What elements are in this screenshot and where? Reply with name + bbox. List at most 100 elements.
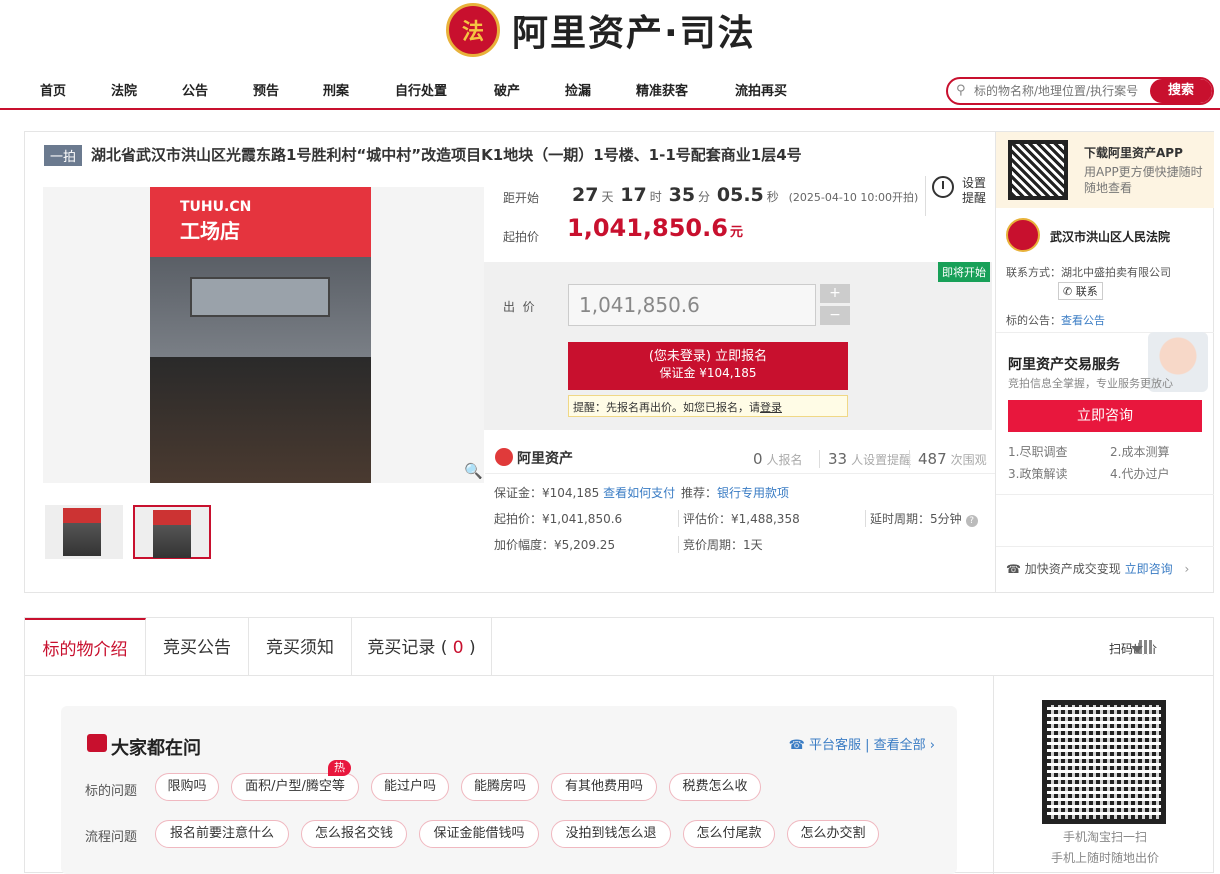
tab-announcement[interactable]: 竞买公告 bbox=[146, 618, 249, 676]
delay-detail: 延时周期：5分钟? bbox=[865, 510, 978, 527]
signup-count-value: 0 bbox=[753, 450, 763, 468]
search-input[interactable] bbox=[974, 81, 1146, 101]
bank-fund-link[interactable]: 银行专用款项 bbox=[717, 486, 789, 500]
nav-notice[interactable]: 公告 bbox=[182, 80, 208, 99]
signup-line1: (您未登录) 立即报名 bbox=[648, 349, 768, 364]
faq-chip[interactable]: 税费怎么收 bbox=[669, 773, 761, 801]
thumbnail-image bbox=[63, 508, 101, 556]
tab-records[interactable]: 竞买记录 ( 0 ) bbox=[352, 618, 492, 676]
faq-chip[interactable]: 保证金能借钱吗 bbox=[419, 820, 539, 848]
faq-chip[interactable]: 怎么办交割 bbox=[787, 820, 879, 848]
chevron-down-icon[interactable] bbox=[1131, 646, 1143, 653]
service-item[interactable]: 4.代办过户 bbox=[1110, 465, 1169, 482]
qr-panel: 手机淘宝扫一扫 手机上随时随地出价 bbox=[993, 676, 1215, 874]
faq-chip[interactable]: 没拍到钱怎么退 bbox=[551, 820, 671, 848]
recommend-info: 推荐：银行专用款项 bbox=[681, 484, 789, 501]
item-photo[interactable]: TUHU.CN 工场店 bbox=[43, 187, 484, 483]
deposit-info: 保证金：¥104,185 查看如何支付 bbox=[494, 484, 675, 501]
unit-seconds: 秒 bbox=[766, 190, 779, 204]
faq-chip[interactable]: 怎么付尾款 bbox=[683, 820, 775, 848]
view-count-label: 次围观 bbox=[950, 453, 987, 467]
faq-links: ☎ 平台客服 | 查看全部 › bbox=[788, 738, 935, 753]
view-all-link[interactable]: 查看全部 bbox=[874, 738, 926, 753]
login-link[interactable]: 登录 bbox=[760, 401, 782, 414]
court-name[interactable]: 武汉市洪山区人民法院 bbox=[1050, 228, 1170, 245]
start-price-detail: 起拍价：¥1,041,850.6 bbox=[494, 512, 623, 526]
service-item[interactable]: 3.政策解读 bbox=[1008, 465, 1067, 482]
faq-row-label: 标的问题 bbox=[85, 784, 138, 799]
signup-deposit: 保证金 ¥104,185 bbox=[659, 366, 757, 380]
question-bubble-icon bbox=[87, 734, 107, 752]
remind-button[interactable]: 设置提醒 bbox=[925, 176, 986, 216]
faq-chip[interactable]: 怎么报名交钱 bbox=[301, 820, 407, 848]
countdown-days: 27 bbox=[572, 184, 599, 206]
signup-button[interactable]: (您未登录) 立即报名 保证金 ¥104,185 bbox=[568, 342, 848, 390]
site-header: 法 阿里资产·司法 首页 法院 公告 预告 刑案 自行处置 破产 捡漏 精准获客… bbox=[0, 0, 1220, 112]
signup-count: 0 人报名 bbox=[753, 450, 803, 468]
photo-window bbox=[190, 277, 330, 317]
deposit-text: 保证金：¥104,185 bbox=[494, 486, 600, 500]
increase-button[interactable]: + bbox=[820, 284, 850, 303]
thumbnail-1[interactable] bbox=[45, 505, 123, 559]
photo-image: TUHU.CN 工场店 bbox=[150, 187, 371, 483]
item-title: 湖北省武汉市洪山区光霞东路1号胜利村“城中村”改造项目K1地块（一期）1号楼、1… bbox=[91, 146, 802, 164]
tab-rules[interactable]: 竞买须知 bbox=[249, 618, 352, 676]
nav-court[interactable]: 法院 bbox=[111, 80, 137, 99]
notice-label: 标的公告： bbox=[1006, 314, 1061, 327]
tab-intro[interactable]: 标的物介绍 bbox=[25, 618, 146, 676]
nav-bargain[interactable]: 捡漏 bbox=[565, 80, 591, 99]
consult-button[interactable]: 立即咨询 bbox=[1008, 400, 1202, 432]
faq-title: 大家都在问 bbox=[111, 738, 201, 759]
court-emblem-icon: 法 bbox=[446, 3, 500, 57]
remind-count: 33 人设置提醒 bbox=[819, 450, 911, 468]
nav-self-dispose[interactable]: 自行处置 bbox=[395, 80, 447, 99]
service-link[interactable]: 平台客服 bbox=[809, 738, 861, 753]
app-download[interactable]: 下载阿里资产APP 用APP更方便快捷随时随地查看 bbox=[996, 132, 1214, 208]
start-price: 1,041,850.6 元 bbox=[567, 214, 743, 242]
notice-link[interactable]: 查看公告 bbox=[1061, 314, 1105, 327]
chevron-right-icon: › bbox=[929, 738, 935, 753]
side-panel: 下载阿里资产APP 用APP更方便快捷随时随地查看 武汉市洪山区人民法院 联系方… bbox=[995, 132, 1214, 592]
thumbnail-2[interactable] bbox=[133, 505, 211, 559]
alarm-clock-icon bbox=[932, 176, 954, 198]
photo-shop: 工场店 bbox=[180, 219, 240, 243]
nav-home[interactable]: 首页 bbox=[40, 80, 66, 99]
faq-chip[interactable]: 报名前要注意什么 bbox=[155, 820, 289, 848]
contact-button-label: 联系 bbox=[1075, 285, 1098, 298]
faq-chip-hot[interactable]: 面积/户型/腾空等 热 bbox=[231, 760, 359, 801]
faq-section: 大家都在问 ☎ 平台客服 | 查看全部 › 标的问题 限购吗 面积/户型/腾空等… bbox=[61, 706, 957, 874]
nav-bankruptcy[interactable]: 破产 bbox=[494, 80, 520, 99]
help-icon[interactable]: ? bbox=[965, 515, 978, 527]
faq-chip[interactable]: 有其他费用吗 bbox=[551, 773, 657, 801]
increment-detail: 加价幅度：¥5,209.25 bbox=[494, 538, 616, 552]
bid-input[interactable]: 1,041,850.6 bbox=[568, 284, 816, 326]
divider bbox=[996, 494, 1214, 495]
faq-chip[interactable]: 能过户吗 bbox=[371, 773, 449, 801]
accelerate-text: 加快资产成交变现 bbox=[1024, 562, 1121, 576]
start-note: (2025-04-10 10:00开拍) bbox=[788, 191, 919, 204]
pay-howto-link[interactable]: 查看如何支付 bbox=[603, 486, 675, 500]
start-price-value: 1,041,850.6 bbox=[567, 214, 728, 242]
faq-chip[interactable]: 能腾房吗 bbox=[461, 773, 539, 801]
remind-count-value: 33 bbox=[828, 450, 848, 468]
photo-sign-text: TUHU.CN 工场店 bbox=[180, 199, 251, 244]
contact-button[interactable]: ✆ 联系 bbox=[1058, 282, 1103, 300]
nav-relist[interactable]: 流拍再买 bbox=[735, 80, 787, 99]
nav-precise[interactable]: 精准获客 bbox=[636, 80, 688, 99]
accelerate-link[interactable]: 立即咨询 bbox=[1125, 562, 1173, 576]
faq-chip-label: 面积/户型/腾空等 bbox=[245, 779, 345, 794]
record-count: 0 bbox=[452, 638, 464, 658]
service-item[interactable]: 2.成本测算 bbox=[1110, 443, 1169, 460]
nav-criminal[interactable]: 刑案 bbox=[323, 80, 349, 99]
service-item[interactable]: 1.尽职调查 bbox=[1008, 443, 1067, 460]
unit-hours: 时 bbox=[649, 190, 662, 204]
zoom-icon[interactable]: 🔍 bbox=[464, 462, 483, 480]
decrease-button[interactable]: − bbox=[820, 306, 850, 325]
brand-logo[interactable]: 法 阿里资产·司法 bbox=[446, 0, 756, 60]
search-button[interactable]: 搜索 bbox=[1150, 79, 1212, 103]
nav-preview[interactable]: 预告 bbox=[253, 80, 279, 99]
faq-chip[interactable]: 限购吗 bbox=[155, 773, 219, 801]
signup-tip: 提醒：先报名再出价。如您已报名，请登录 bbox=[568, 395, 848, 417]
countdown: 27 天 17 时 35 分 05.5 秒 (2025-04-10 10:00开拍) bbox=[569, 184, 918, 206]
accelerate-row[interactable]: ☎ 加快资产成交变现 立即咨询 › bbox=[1006, 560, 1189, 577]
